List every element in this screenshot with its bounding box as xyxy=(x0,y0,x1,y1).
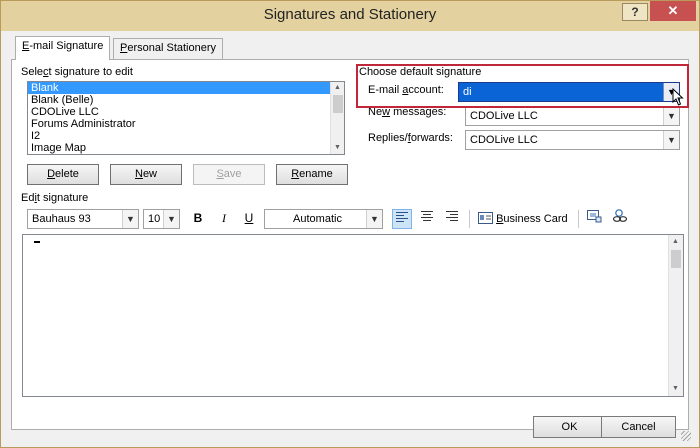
hyperlink-icon xyxy=(612,209,628,222)
delete-hotkey: D xyxy=(47,168,56,180)
select-signature-label: Select signature to edit xyxy=(21,66,133,78)
list-item[interactable]: I2 xyxy=(28,130,344,142)
email-account-value: di xyxy=(463,86,472,98)
font-size-value: 10 xyxy=(148,213,161,225)
title-bar: Signatures and Stationery ? ✕ xyxy=(1,1,699,31)
picture-icon xyxy=(587,210,602,223)
tab-personal-stationery[interactable]: Personal Stationery xyxy=(113,38,224,59)
replies-forwards-value: CDOLive LLC xyxy=(470,134,538,146)
edit-signature-label-a: Ed xyxy=(21,192,35,204)
rename-label: ename xyxy=(299,168,333,180)
email-account-label-a: E-mail xyxy=(368,84,403,96)
align-right-button[interactable] xyxy=(442,209,462,229)
new-messages-label-b: messages: xyxy=(390,106,447,118)
chevron-down-icon[interactable]: ▼ xyxy=(663,131,679,149)
font-color-select[interactable]: Automatic ▼ xyxy=(264,209,383,229)
font-name-value: Bauhaus 93 xyxy=(32,213,91,225)
list-item[interactable]: Forums Administrator xyxy=(28,118,344,130)
font-color-value: Automatic xyxy=(293,213,342,225)
signature-list[interactable]: Blank Blank (Belle) CDOLive LLC Forums A… xyxy=(27,81,345,155)
align-center-icon xyxy=(421,211,433,221)
rename-hotkey: R xyxy=(291,168,300,180)
italic-button[interactable]: I xyxy=(214,209,234,229)
toolbar-divider xyxy=(469,210,470,228)
ok-button[interactable]: OK xyxy=(533,416,606,438)
email-account-label: E-mail account: xyxy=(368,84,444,96)
chevron-down-icon[interactable]: ▼ xyxy=(122,210,138,228)
business-card-icon xyxy=(478,212,493,224)
signature-editor[interactable]: ▲ ▼ xyxy=(22,234,684,397)
rename-button[interactable]: Rename xyxy=(276,164,348,185)
align-center-button[interactable] xyxy=(417,209,437,229)
new-messages-hotkey: w xyxy=(382,106,391,118)
select-signature-label-a: Sele xyxy=(21,66,44,78)
new-messages-label: New messages: xyxy=(368,106,446,118)
scroll-up-icon[interactable]: ▲ xyxy=(669,236,682,248)
choose-default-title: Choose default signature xyxy=(359,66,482,78)
help-button[interactable]: ? xyxy=(622,3,648,21)
list-item[interactable]: Image Map xyxy=(28,142,344,154)
list-item[interactable]: Blank (Belle) xyxy=(28,94,344,106)
replies-forwards-label-b: orwards: xyxy=(410,132,453,144)
scroll-thumb[interactable] xyxy=(333,95,343,113)
resize-grip[interactable] xyxy=(681,431,691,441)
email-account-select[interactable]: di ▼ xyxy=(458,82,680,102)
close-button[interactable]: ✕ xyxy=(650,1,696,21)
font-name-select[interactable]: Bauhaus 93 ▼ xyxy=(27,209,139,229)
font-size-select[interactable]: 10 ▼ xyxy=(143,209,180,229)
align-left-icon xyxy=(396,212,408,222)
delete-label: elete xyxy=(55,168,79,180)
toolbar-divider xyxy=(578,210,579,228)
edit-signature-label-b: t signature xyxy=(36,192,89,204)
scroll-thumb[interactable] xyxy=(671,250,681,268)
bold-button[interactable]: B xyxy=(188,209,208,229)
new-label: ew xyxy=(142,168,157,180)
mouse-pointer-icon xyxy=(672,88,684,106)
signature-list-scrollbar[interactable]: ▲ ▼ xyxy=(330,82,344,154)
underline-button[interactable]: U xyxy=(239,209,259,229)
save-label: ave xyxy=(223,168,242,180)
tab-email-signature[interactable]: E-mail Signature xyxy=(15,36,111,60)
chevron-down-icon[interactable]: ▼ xyxy=(663,107,679,125)
chevron-down-icon[interactable]: ▼ xyxy=(163,210,179,228)
delete-button[interactable]: Delete xyxy=(27,164,99,185)
list-item[interactable]: Blank xyxy=(28,82,344,94)
cancel-button[interactable]: Cancel xyxy=(601,416,676,438)
business-card-label: usiness Card xyxy=(503,213,568,225)
replies-forwards-select[interactable]: CDOLive LLC ▼ xyxy=(465,130,680,150)
signatures-dialog: Signatures and Stationery ? ✕ E-mail Sig… xyxy=(0,0,700,448)
new-messages-select[interactable]: CDOLive LLC ▼ xyxy=(465,106,680,126)
align-right-icon xyxy=(446,211,458,221)
edit-signature-label: Edit signature xyxy=(21,192,88,204)
tab-personal-stationery-label: ersonal Stationery xyxy=(127,42,217,54)
list-item[interactable]: CDOLive LLC xyxy=(28,106,344,118)
tab-email-signature-label: -mail Signature xyxy=(29,40,104,52)
insert-picture-button[interactable] xyxy=(584,209,604,229)
editor-scrollbar[interactable]: ▲ ▼ xyxy=(668,235,683,396)
new-messages-value: CDOLive LLC xyxy=(470,110,538,122)
replies-forwards-label: Replies/forwards: xyxy=(368,132,453,144)
business-card-button[interactable]: Business Card xyxy=(478,209,568,229)
scroll-down-icon[interactable]: ▼ xyxy=(669,383,682,395)
scroll-down-icon[interactable]: ▼ xyxy=(331,142,344,154)
email-account-label-b: ccount: xyxy=(408,84,444,96)
dialog-client: E-mail Signature Personal Stationery Sel… xyxy=(7,31,693,443)
chevron-down-icon[interactable]: ▼ xyxy=(366,210,382,228)
new-messages-label-a: Ne xyxy=(368,106,383,118)
new-hotkey: N xyxy=(134,168,143,180)
insert-hyperlink-button[interactable] xyxy=(610,209,630,229)
scroll-up-icon[interactable]: ▲ xyxy=(331,82,344,94)
text-caret xyxy=(34,241,40,243)
window-title: Signatures and Stationery xyxy=(263,6,437,23)
save-hotkey: S xyxy=(216,168,224,180)
select-signature-label-b: t signature to edit xyxy=(48,66,133,78)
new-button[interactable]: New xyxy=(110,164,182,185)
save-button[interactable]: Save xyxy=(193,164,265,185)
replies-forwards-label-a: Replies/ xyxy=(368,132,408,144)
align-left-button[interactable] xyxy=(392,209,412,229)
